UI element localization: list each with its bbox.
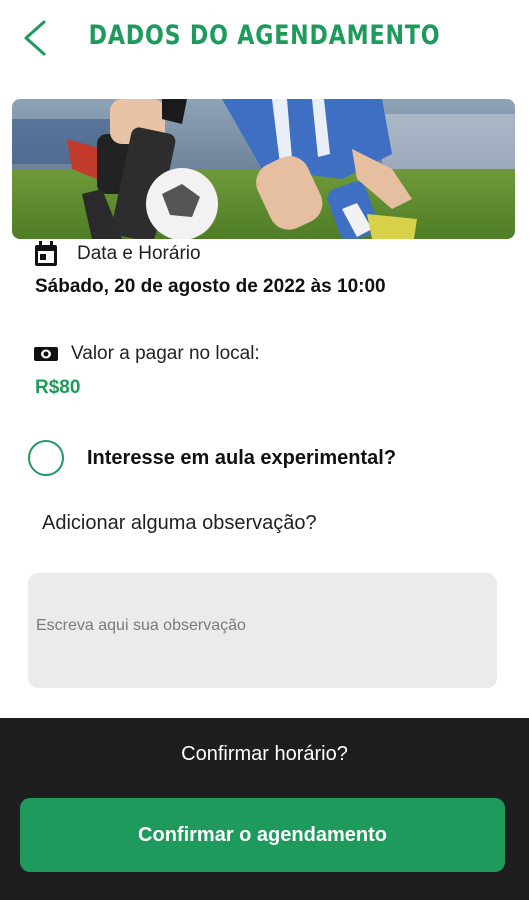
cash-icon: [34, 347, 58, 361]
app-header: DADOS DO AGENDAMENTO: [0, 0, 529, 80]
schedule-value: Sábado, 20 de agosto de 2022 às 10:00: [35, 276, 386, 297]
observation-label: Adicionar alguma observação?: [42, 512, 317, 534]
footer-bar: Confirmar horário? Confirmar o agendamen…: [0, 718, 529, 900]
page-title: DADOS DO AGENDAMENTO: [88, 20, 441, 51]
confirm-question: Confirmar horário?: [181, 743, 348, 765]
payment-value: R$80: [35, 377, 81, 398]
hero-image: [12, 99, 515, 239]
calendar-icon: [35, 241, 57, 266]
schedule-label: Data e Horário: [77, 243, 201, 264]
trial-radio[interactable]: [28, 440, 64, 476]
schedule-row: Data e Horário: [33, 240, 201, 268]
trial-option[interactable]: Interesse em aula experimental?: [28, 440, 396, 476]
trial-label: Interesse em aula experimental?: [87, 446, 397, 469]
payment-row: Valor a pagar no local:: [33, 343, 260, 365]
confirm-booking-button[interactable]: Confirmar o agendamento: [20, 798, 505, 872]
payment-label: Valor a pagar no local:: [71, 343, 260, 364]
observation-input[interactable]: [28, 573, 497, 688]
